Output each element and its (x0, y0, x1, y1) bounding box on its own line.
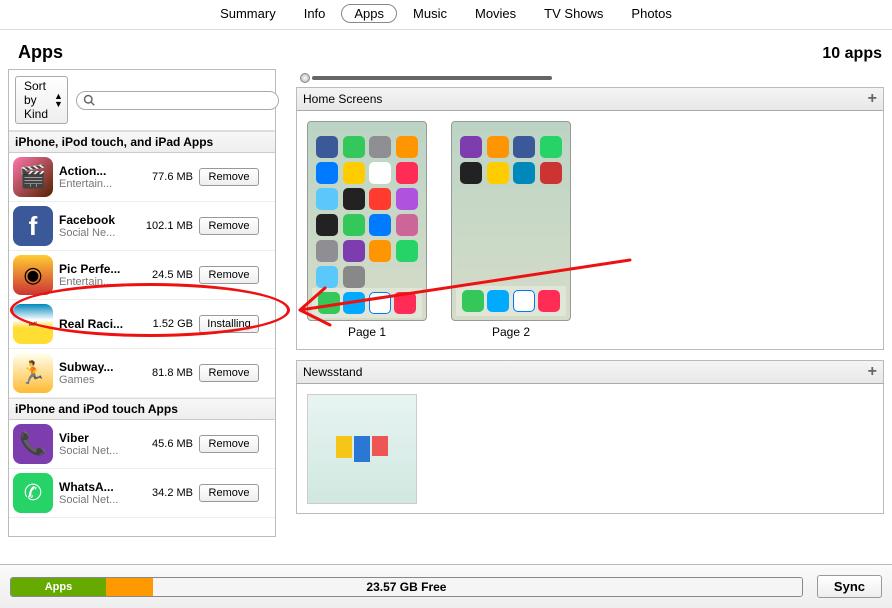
app-row: ◉ Pic Perfe...Entertain... 24.5 MB Remov… (9, 251, 275, 300)
newsstand-body (296, 384, 884, 514)
app-icon: ◉ (13, 255, 53, 295)
app-size: 1.52 GB (143, 318, 193, 330)
home-page-1[interactable] (307, 121, 427, 321)
app-row: 🏃 Subway...Games 81.8 MB Remove (9, 349, 275, 398)
app-category: Social Net... (59, 494, 137, 506)
sync-button[interactable]: Sync (817, 575, 882, 598)
footer-bar: Apps 23.57 GB Free Sync (0, 564, 892, 608)
slider-knob[interactable] (300, 73, 310, 83)
tab-music[interactable]: Music (401, 5, 459, 22)
app-row: 🎬 Action...Entertain... 77.6 MB Remove (9, 153, 275, 202)
slider-track (312, 76, 552, 80)
remove-button[interactable]: Remove (199, 435, 259, 453)
installing-button[interactable]: Installing (199, 315, 259, 333)
app-icon: f (13, 206, 53, 246)
home-page-2[interactable] (451, 121, 571, 321)
app-row: f FacebookSocial Ne... 102.1 MB Remove (9, 202, 275, 251)
page-title: Apps (18, 42, 63, 63)
app-count: 10 apps (822, 45, 882, 63)
pages-scroller[interactable] (296, 69, 884, 87)
app-size: 81.8 MB (143, 367, 193, 379)
tab-apps[interactable]: Apps (341, 4, 397, 23)
app-icon: 🎬 (13, 157, 53, 197)
remove-button[interactable]: Remove (199, 217, 259, 235)
add-newsstand-button[interactable]: + (868, 363, 877, 381)
app-name: Facebook (59, 213, 137, 227)
apps-list-panel: Sort by Kind ▲▼ iPhone, iPod touch, and … (8, 69, 276, 537)
add-page-button[interactable]: + (868, 90, 877, 108)
app-icon: 📞 (13, 424, 53, 464)
app-name: WhatsA... (59, 480, 137, 494)
tab-photos[interactable]: Photos (619, 5, 683, 22)
app-icon: ✆ (13, 473, 53, 513)
page-label: Page 1 (348, 325, 386, 339)
remove-button[interactable]: Remove (199, 484, 259, 502)
home-screens-title: Home Screens (303, 92, 382, 106)
newsstand-thumb[interactable] (307, 394, 417, 504)
app-category: Games (59, 374, 137, 386)
app-size: 34.2 MB (143, 487, 193, 499)
app-category: Social Net... (59, 445, 137, 457)
section-header-universal: iPhone, iPod touch, and iPad Apps (9, 131, 275, 153)
app-size: 45.6 MB (143, 438, 193, 450)
remove-button[interactable]: Remove (199, 364, 259, 382)
tab-movies[interactable]: Movies (463, 5, 528, 22)
home-screens-body: Page 1 Page 2 (296, 111, 884, 350)
app-name: Pic Perfe... (59, 262, 137, 276)
app-size: 77.6 MB (143, 171, 193, 183)
top-tabs: Summary Info Apps Music Movies TV Shows … (0, 0, 892, 30)
app-row: ✆ WhatsA...Social Net... 34.2 MB Remove (9, 469, 275, 518)
app-name: Action... (59, 164, 137, 178)
app-category: Entertain... (59, 276, 137, 288)
app-name: Real Raci... (59, 317, 137, 331)
app-category: Social Ne... (59, 227, 137, 239)
sort-dropdown[interactable]: Sort by Kind ▲▼ (15, 76, 68, 124)
chevron-updown-icon: ▲▼ (54, 92, 63, 108)
app-icon: 🏎 (13, 304, 53, 344)
app-size: 102.1 MB (143, 220, 193, 232)
search-icon (83, 94, 95, 106)
app-size: 24.5 MB (143, 269, 193, 281)
app-name: Viber (59, 431, 137, 445)
app-category: Entertain... (59, 178, 137, 190)
app-row: 🏎 Real Raci... 1.52 GB Installing (9, 300, 275, 349)
tab-tvshows[interactable]: TV Shows (532, 5, 615, 22)
app-row: 📞 ViberSocial Net... 45.6 MB Remove (9, 420, 275, 469)
tab-summary[interactable]: Summary (208, 5, 288, 22)
app-icon: 🏃 (13, 353, 53, 393)
remove-button[interactable]: Remove (199, 266, 259, 284)
tab-info[interactable]: Info (292, 5, 338, 22)
newsstand-title: Newsstand (303, 365, 362, 379)
remove-button[interactable]: Remove (199, 168, 259, 186)
section-header-iphone: iPhone and iPod touch Apps (9, 398, 275, 420)
capacity-apps-segment: Apps (11, 578, 106, 596)
capacity-free-label: 23.57 GB Free (366, 580, 446, 594)
search-input[interactable] (76, 91, 279, 110)
app-name: Subway... (59, 360, 137, 374)
page-label: Page 2 (492, 325, 530, 339)
